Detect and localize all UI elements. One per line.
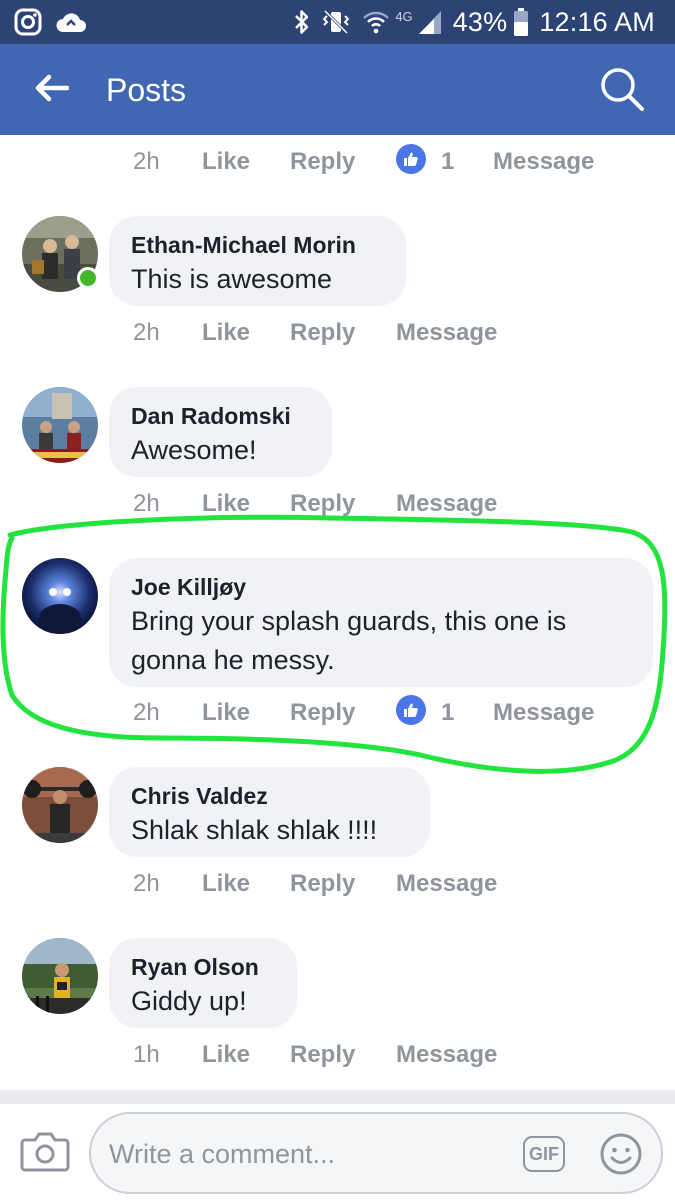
comment-composer: GIF	[0, 1104, 675, 1200]
camera-button[interactable]	[20, 1128, 70, 1174]
avatar[interactable]	[22, 767, 98, 843]
battery-icon	[513, 7, 529, 37]
app-root: 4G 43% 12:16 AM Posts 2h Like Reply 1 Me…	[0, 0, 675, 1200]
like-button[interactable]: Like	[202, 148, 290, 176]
comment-meta-row: 1h Like Reply Message	[133, 1037, 497, 1073]
back-button[interactable]	[26, 66, 78, 114]
comment-text: Giddy up!	[131, 986, 247, 1016]
reply-button[interactable]: Reply	[290, 319, 396, 347]
camera-icon	[20, 1132, 70, 1178]
comment-text: Shlak shlak shlak !!!!	[131, 815, 378, 845]
comment-author[interactable]: Dan Radomski	[131, 401, 310, 431]
status-bar-right: 4G 43% 12:16 AM	[293, 4, 655, 40]
comment-time: 2h	[133, 490, 160, 517]
message-button[interactable]: Message	[493, 699, 594, 727]
like-button[interactable]: Like	[202, 1041, 290, 1069]
clock: 12:16 AM	[539, 6, 655, 37]
smiley-icon	[599, 1133, 643, 1180]
instagram-icon	[14, 8, 42, 36]
status-bar: 4G 43% 12:16 AM	[0, 0, 675, 44]
like-button[interactable]: Like	[202, 490, 290, 518]
comment-time: 2h	[133, 148, 160, 175]
comment-author[interactable]: Chris Valdez	[131, 781, 408, 811]
signal-icon	[417, 8, 443, 36]
like-count-value: 1	[441, 148, 455, 175]
comment-time: 1h	[133, 1041, 160, 1068]
comment-input-container[interactable]: GIF	[89, 1112, 663, 1194]
comment-text: gonna he messy.	[131, 645, 335, 675]
bluetooth-icon	[293, 8, 311, 36]
comment-meta-row: 2h Like Reply Message	[133, 866, 497, 902]
composer-divider	[0, 1090, 675, 1104]
comment-author[interactable]: Ryan Olson	[131, 952, 275, 982]
battery-percent: 43%	[452, 6, 508, 37]
search-button[interactable]	[595, 64, 649, 118]
message-button[interactable]: Message	[396, 490, 497, 518]
app-bar: Posts	[0, 44, 675, 135]
reply-button[interactable]: Reply	[290, 148, 396, 176]
thumbs-up-icon	[396, 143, 426, 181]
page-title: Posts	[106, 72, 187, 108]
reply-button[interactable]: Reply	[290, 870, 396, 898]
comment-text: Awesome!	[131, 435, 257, 465]
comment-meta-row: 2h Like Reply 1 Message	[133, 143, 594, 181]
comment-time: 2h	[133, 319, 160, 346]
comment-text: Bring your splash guards, this one is	[131, 606, 567, 636]
wifi-icon	[361, 8, 391, 36]
comment-meta-row: 2h Like Reply 1 Message	[133, 694, 594, 732]
like-button[interactable]: Like	[202, 699, 290, 727]
comment-meta-row: 2h Like Reply Message	[133, 486, 497, 522]
thumbs-up-icon	[396, 694, 426, 732]
message-button[interactable]: Message	[396, 870, 497, 898]
comment-bubble[interactable]: Chris Valdez Shlak shlak shlak !!!!	[109, 767, 430, 857]
like-count-value: 1	[441, 699, 455, 726]
vibrate-icon	[321, 8, 351, 36]
avatar[interactable]	[22, 387, 98, 463]
message-button[interactable]: Message	[396, 1041, 497, 1069]
message-button[interactable]: Message	[396, 319, 497, 347]
cloud-sync-icon	[54, 8, 88, 36]
comment-meta-row: 2h Like Reply Message	[133, 315, 497, 351]
like-button[interactable]: Like	[202, 870, 290, 898]
reply-button[interactable]: Reply	[290, 699, 396, 727]
comment-bubble[interactable]: Ryan Olson Giddy up!	[109, 938, 297, 1028]
comment-time: 2h	[133, 870, 160, 897]
comment-bubble[interactable]: Joe Killjøy Bring your splash guards, th…	[109, 558, 653, 687]
comment-author[interactable]: Joe Killjøy	[131, 572, 631, 602]
reply-button[interactable]: Reply	[290, 1041, 396, 1069]
comment-author[interactable]: Ethan-Michael Morin	[131, 230, 384, 260]
comment-time: 2h	[133, 699, 160, 726]
avatar[interactable]	[22, 938, 98, 1014]
avatar[interactable]	[22, 558, 98, 634]
online-status-indicator	[77, 267, 99, 289]
search-icon	[599, 66, 645, 117]
comment-bubble[interactable]: Ethan-Michael Morin This is awesome	[109, 216, 406, 306]
reply-button[interactable]: Reply	[290, 490, 396, 518]
network-type: 4G	[395, 8, 413, 24]
comment-input[interactable]	[109, 1134, 509, 1174]
message-button[interactable]: Message	[493, 148, 594, 176]
arrow-left-icon	[35, 74, 70, 107]
gif-button[interactable]: GIF	[523, 1136, 565, 1172]
status-bar-left	[14, 6, 88, 38]
like-count[interactable]: 1	[396, 143, 493, 181]
like-button[interactable]: Like	[202, 319, 290, 347]
emoji-button[interactable]	[599, 1132, 643, 1176]
comments-feed[interactable]: 2h Like Reply 1 Message Ethan-Michael Mo…	[0, 135, 675, 1090]
comment-text: This is awesome	[131, 264, 333, 294]
comment-bubble[interactable]: Dan Radomski Awesome!	[109, 387, 332, 477]
like-count[interactable]: 1	[396, 694, 493, 732]
